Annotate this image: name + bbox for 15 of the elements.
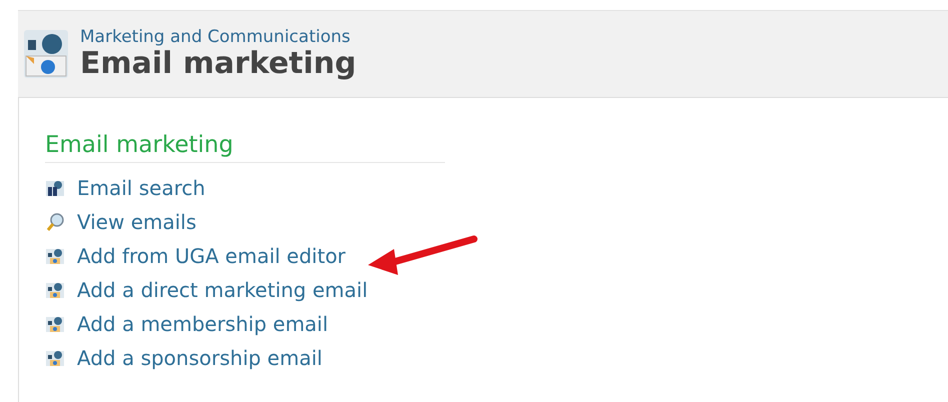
menu-link[interactable]: View emails — [77, 210, 196, 234]
email-icon — [45, 246, 65, 266]
menu-link[interactable]: Add a direct marketing email — [77, 278, 368, 302]
category-label: Marketing and Communications — [80, 27, 352, 47]
menu-link[interactable]: Add a sponsorship email — [77, 346, 322, 370]
menu-link[interactable]: Add from UGA email editor — [77, 244, 346, 268]
menu-link[interactable]: Email search — [77, 176, 206, 200]
page-title: Email marketing — [80, 47, 356, 81]
email-icon — [45, 348, 65, 368]
menu-link[interactable]: Add a membership email — [77, 312, 328, 336]
email-icon — [45, 314, 65, 334]
email-icon — [45, 280, 65, 300]
magnifier-icon — [45, 212, 65, 232]
section-title: Email marketing — [45, 132, 445, 163]
email-marketing-icon — [22, 28, 70, 80]
